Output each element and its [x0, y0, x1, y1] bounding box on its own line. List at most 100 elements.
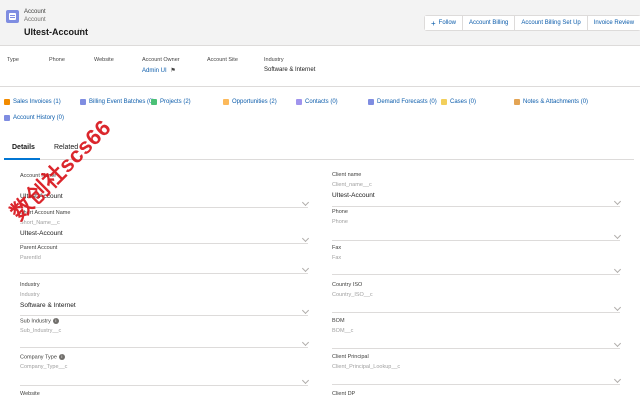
- field-api-name: Client_Principal_Lookup__c: [332, 364, 401, 370]
- highlight-site-label: Account Site: [207, 57, 238, 63]
- active-tab-indicator: [4, 158, 40, 160]
- related-link-sales-invoices[interactable]: Sales Invoices (1): [4, 99, 61, 105]
- field-parent-account: Parent Account ParentId: [20, 245, 310, 274]
- field-label: Sub Industry: [20, 318, 51, 325]
- field-divider: [20, 385, 308, 386]
- highlight-industry: Industry Software & Internet: [264, 57, 315, 73]
- related-link-label: Account History (0): [13, 115, 65, 121]
- field-divider: [20, 207, 308, 208]
- related-link-projects[interactable]: Projects (2): [151, 99, 191, 105]
- field-divider: [20, 273, 308, 274]
- field-divider: [332, 240, 620, 241]
- highlight-owner-label: Account Owner: [142, 57, 180, 63]
- follow-button[interactable]: + Follow: [425, 16, 464, 30]
- edit-pencil-icon[interactable]: [613, 339, 622, 348]
- account-billing-setup-button[interactable]: Account Billing Set Up: [515, 16, 588, 30]
- related-link-label: Opportunities (2): [232, 99, 277, 105]
- edit-pencil-icon[interactable]: [301, 198, 310, 207]
- help-info-icon[interactable]: i: [52, 318, 59, 324]
- tab-details[interactable]: Details: [12, 144, 35, 151]
- field-api-name: Company_Type__c: [20, 364, 68, 371]
- field-client-dp: Client DP: [332, 391, 620, 397]
- highlight-industry-value: Software & Internet: [264, 67, 316, 73]
- related-link-cases[interactable]: Cases (0): [441, 99, 476, 105]
- field-phone: Phone Phone: [332, 209, 622, 241]
- field-divider: [332, 348, 620, 349]
- related-link-notes-attachments[interactable]: Notes & Attachments (0): [514, 99, 588, 105]
- field-divider: [20, 315, 308, 316]
- field-api-name: Sub_Industry__c: [20, 328, 62, 335]
- edit-pencil-icon[interactable]: [613, 197, 622, 206]
- field-label: Company Type: [20, 354, 57, 361]
- highlight-phone-label: Phone: [49, 57, 65, 63]
- invoice-review-button[interactable]: Invoice Review: [587, 16, 640, 30]
- field-label: Short Account Name: [20, 210, 71, 216]
- field-divider: [332, 206, 620, 207]
- billing-event-batches-icon: [80, 99, 86, 105]
- related-link-billing-event-batches[interactable]: Billing Event Batches (0): [80, 99, 154, 105]
- field-label: Client name: [332, 172, 362, 178]
- field-api-name: Country_ISO__c: [332, 292, 373, 298]
- field-divider: [332, 312, 620, 313]
- field-api-name: Phone: [332, 219, 348, 225]
- header-action-buttons: + Follow Account Billing Account Billing…: [424, 15, 640, 31]
- field-label: Website: [20, 391, 40, 397]
- record-header: Account Account UItest-Account ⑂ + Follo…: [0, 0, 640, 46]
- field-api-name: Fax: [332, 255, 342, 261]
- field-label: Fax: [332, 245, 342, 251]
- edit-pencil-icon[interactable]: [301, 376, 310, 385]
- edit-pencil-icon[interactable]: [301, 264, 310, 273]
- hierarchy-icon[interactable]: ⑂: [78, 28, 82, 35]
- field-client-principal: Client Principal Client_Principal_Lookup…: [332, 354, 622, 385]
- highlight-website-label: Website: [94, 57, 114, 63]
- field-value: UItest-Account: [20, 230, 63, 237]
- field-api-name: BOM__c: [332, 328, 354, 334]
- highlight-owner: Account Owner Admin UI ⚑: [142, 57, 180, 74]
- field-api-name: Industry: [20, 292, 40, 298]
- related-link-opportunities[interactable]: Opportunities (2): [223, 99, 277, 105]
- object-type-label: Account: [24, 9, 46, 15]
- related-link-contacts[interactable]: Contacts (0): [296, 99, 338, 105]
- edit-pencil-icon[interactable]: [301, 338, 310, 347]
- field-value: UItest-Account: [332, 192, 375, 199]
- field-api-name: ParentId: [20, 255, 41, 261]
- field-client-name: Client name Client_name__c UItest-Accoun…: [332, 172, 622, 207]
- account-billing-button[interactable]: Account Billing: [463, 16, 516, 30]
- plus-icon: +: [431, 18, 436, 28]
- edit-pencil-icon[interactable]: [613, 303, 622, 312]
- edit-pencil-icon[interactable]: [613, 265, 622, 274]
- field-value: UItest-Account: [20, 193, 63, 200]
- field-industry: Industry Industry Software & Internet: [20, 282, 310, 316]
- field-short-account-name: Short Account Name Short_Name__c UItest-…: [20, 210, 310, 244]
- field-label: Country ISO: [332, 282, 363, 288]
- edit-pencil-icon[interactable]: [613, 231, 622, 240]
- change-owner-icon[interactable]: ⚑: [170, 67, 175, 74]
- demand-forecasts-icon: [368, 99, 374, 105]
- account-object-icon: [6, 10, 19, 23]
- related-link-label: Sales Invoices (1): [13, 99, 61, 105]
- related-link-label: Demand Forecasts (0): [377, 99, 437, 105]
- highlight-type: Type: [7, 57, 19, 63]
- field-label: Parent Account: [20, 245, 58, 251]
- related-link-demand-forecasts[interactable]: Demand Forecasts (0): [368, 99, 437, 105]
- related-link-account-history[interactable]: Account History (0): [4, 115, 64, 121]
- field-label: Phone: [332, 209, 348, 215]
- field-sub-industry: Sub Industry i Sub_Industry__c: [20, 318, 310, 348]
- related-link-label: Notes & Attachments (0): [523, 99, 589, 105]
- field-company-type: Company Type i Company_Type__c: [20, 354, 310, 386]
- help-info-icon[interactable]: i: [58, 354, 65, 360]
- account-history-icon: [4, 115, 10, 121]
- related-link-label: Projects (2): [160, 99, 191, 105]
- edit-pencil-icon[interactable]: [613, 375, 622, 384]
- highlight-website: Website: [94, 57, 114, 63]
- contacts-icon: [296, 99, 302, 105]
- follow-button-label: Follow: [438, 20, 457, 26]
- owner-link[interactable]: Admin UI: [142, 68, 167, 74]
- header-divider: [0, 86, 640, 87]
- field-bom: BOM BOM__c: [332, 318, 622, 349]
- projects-icon: [151, 99, 157, 105]
- field-label: Client DP: [332, 391, 356, 397]
- highlight-phone: Phone: [49, 57, 65, 63]
- field-website: Website: [20, 391, 308, 397]
- field-country-iso: Country ISO Country_ISO__c: [332, 282, 622, 313]
